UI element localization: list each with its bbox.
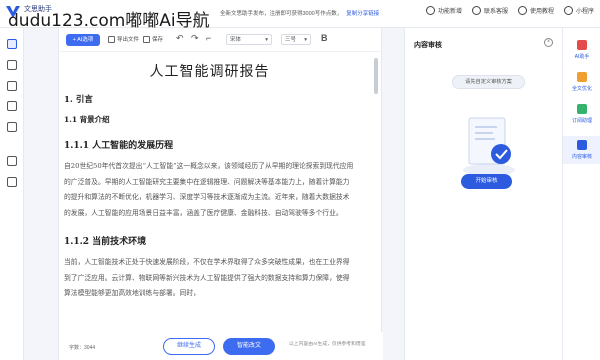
save-icon: [143, 35, 150, 43]
word-count: 字数：3044: [69, 345, 96, 351]
heading-1-1-2: 1.1.2 当前技术环境: [64, 237, 147, 247]
nav-support[interactable]: 联系客服: [471, 6, 508, 15]
share-link[interactable]: 复制分享链接: [346, 11, 379, 17]
heading-1-1-1: 1.1.1 人工智能的发展历程: [64, 141, 174, 151]
tool-ai-assistant[interactable]: AI助手: [563, 40, 600, 60]
editor-toolbar: + AI选项 导出文件 保存 ↶ ↷ ⌐ 宋体 ▾ 三号 ▾ B: [59, 28, 383, 52]
font-size-value: 三号: [285, 36, 297, 43]
left-sidebar: [0, 28, 24, 360]
document-title: 人工智能调研报告: [149, 64, 270, 80]
nav-label: 使用教程: [529, 9, 554, 15]
nav-new-features[interactable]: 功能新增: [425, 6, 462, 15]
headset-icon: [471, 6, 481, 15]
subscription-icon: [577, 104, 587, 114]
tool-label: AI助手: [574, 54, 590, 60]
custom-plan-hint[interactable]: 请先自定义审核方案: [452, 75, 525, 89]
bold-icon[interactable]: B: [321, 33, 328, 43]
heading-1: 1. 引言: [64, 95, 93, 105]
content-review-panel: 内容审核 × 请先自定义审核方案 开始审核: [404, 28, 562, 360]
tool-label: 全文优化: [571, 86, 592, 92]
file-icon[interactable]: [7, 122, 17, 132]
tool-full-optimize[interactable]: 全文优化: [563, 72, 600, 92]
nav-tutorial[interactable]: 使用教程: [517, 6, 554, 15]
paragraph: 自20世纪50年代首次提出“人工智能”这一概念以来，该领域经历了从早期的理论探索…: [64, 162, 354, 217]
editor-panel: + AI选项 导出文件 保存 ↶ ↷ ⌐ 宋体 ▾ 三号 ▾ B 人工智能调研报告 …: [58, 28, 383, 360]
nav-label: 功能新增: [437, 9, 462, 15]
font-family-value: 宋体: [230, 36, 242, 43]
export-label: 导出文件: [117, 37, 140, 43]
nav-label: 小程序: [575, 9, 594, 15]
font-family-select[interactable]: 宋体 ▾: [226, 34, 272, 45]
folder-icon[interactable]: [7, 101, 17, 111]
document-check-illustration: [463, 117, 515, 176]
font-size-select[interactable]: 三号 ▾: [281, 34, 311, 45]
undo-icon[interactable]: ↶: [176, 33, 184, 44]
redo-icon[interactable]: ↷: [191, 33, 199, 44]
tool-label: 订阅助理: [571, 118, 592, 124]
scrollbar-thumb[interactable]: [374, 58, 378, 94]
optimize-icon: [577, 72, 587, 82]
document-body[interactable]: 人工智能调研报告 1. 引言 1.1 背景介绍 1.1.1 人工智能的发展历程 …: [59, 52, 375, 352]
paragraph: 当前，人工智能技术正处于快速发展阶段，不仅在学术界取得了众多突破性成果，也在工业…: [64, 258, 350, 297]
tool-content-review[interactable]: 内容审核: [563, 136, 600, 164]
announcement-text: 全新文思助手发布，注册即可获得3000写作点数，: [220, 11, 343, 17]
announcement: 全新文思助手发布，注册即可获得3000写作点数， 复制分享链接: [220, 9, 379, 17]
ai-assistant-icon: [577, 40, 587, 50]
ai-options-button[interactable]: + AI选项: [66, 34, 100, 46]
nav-miniprogram[interactable]: 小程序: [563, 6, 594, 15]
tool-subscription[interactable]: 订阅助理: [563, 104, 600, 124]
right-tool-rail: AI助手 全文优化 订阅助理 内容审核: [562, 28, 600, 360]
review-icon: [577, 140, 587, 150]
export-button[interactable]: 导出文件: [108, 35, 139, 43]
chevron-down-icon: ▾: [304, 36, 307, 43]
format-painter-icon[interactable]: ⌐: [206, 33, 211, 43]
editor-footer: 字数：3044 继续生成 智能改文 以上内容由AI生成，仅供参考和借鉴: [59, 332, 383, 360]
export-icon: [108, 35, 115, 43]
review-panel-title: 内容审核: [414, 42, 442, 49]
save-button[interactable]: 保存: [143, 35, 163, 43]
pen-icon[interactable]: [7, 156, 17, 166]
heading-1-1: 1.1 背景介绍: [64, 115, 110, 124]
chat-icon[interactable]: [7, 60, 17, 70]
chevron-down-icon: ▾: [265, 36, 268, 43]
continue-generate-button[interactable]: 继续生成: [163, 338, 215, 355]
lightbulb-icon: [517, 6, 527, 15]
save-label: 保存: [152, 37, 164, 43]
bell-icon: [425, 6, 435, 15]
top-bar: 文思助手 dudu123.com嘟嘟Ai导航 全新文思助手发布，注册即可获得30…: [0, 0, 600, 31]
smart-rewrite-button[interactable]: 智能改文: [223, 338, 275, 355]
close-icon[interactable]: ×: [544, 38, 553, 47]
ai-disclaimer: 以上内容由AI生成，仅供参考和借鉴: [289, 342, 366, 347]
document-icon[interactable]: [7, 81, 17, 91]
nav-label: 联系客服: [483, 9, 508, 15]
calendar-icon[interactable]: [7, 177, 17, 187]
start-review-button[interactable]: 开始审核: [461, 174, 512, 189]
top-nav: 功能新增 联系客服 使用教程 小程序: [425, 6, 594, 15]
edit-icon[interactable]: [7, 39, 17, 49]
miniprogram-icon: [563, 6, 573, 15]
tool-label: 内容审核: [571, 154, 592, 160]
